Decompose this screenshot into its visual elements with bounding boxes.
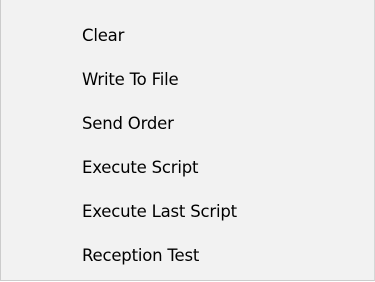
menu-list: Clear Write To File Send Order Execute S…: [1, 0, 374, 278]
context-menu: Clear Write To File Send Order Execute S…: [0, 0, 375, 281]
menu-item-clear[interactable]: Clear: [1, 14, 374, 58]
menu-item-execute-last-script[interactable]: Execute Last Script: [1, 190, 374, 234]
menu-item-send-order[interactable]: Send Order: [1, 102, 374, 146]
menu-item-reception-test[interactable]: Reception Test: [1, 234, 374, 278]
menu-item-write-to-file[interactable]: Write To File: [1, 58, 374, 102]
menu-item-execute-script[interactable]: Execute Script: [1, 146, 374, 190]
